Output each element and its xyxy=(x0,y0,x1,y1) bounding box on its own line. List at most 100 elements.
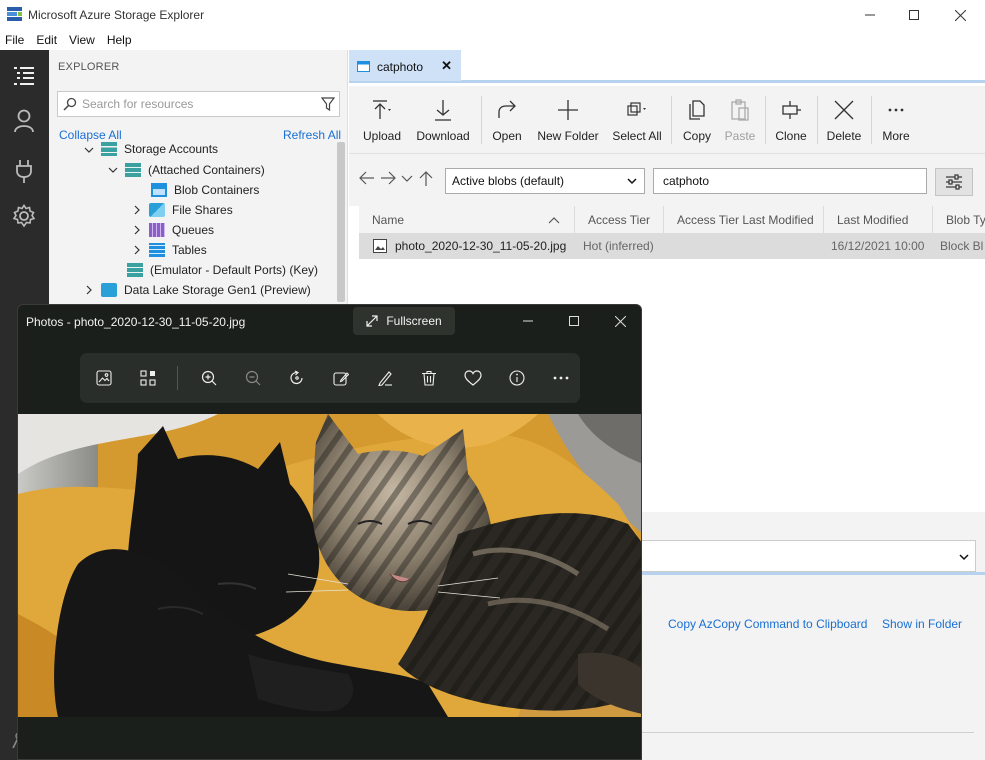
copy-azcopy-link[interactable]: Copy AzCopy Command to Clipboard xyxy=(668,617,867,631)
show-in-folder-link[interactable]: Show in Folder xyxy=(882,617,962,631)
image-icon[interactable] xyxy=(92,366,116,390)
account-icon[interactable] xyxy=(10,107,38,135)
activities-line xyxy=(640,732,974,733)
image-file-icon xyxy=(373,239,387,253)
maximize-button[interactable] xyxy=(891,0,937,30)
collapse-all-link[interactable]: Collapse All xyxy=(59,128,122,142)
file-shares-icon xyxy=(149,203,165,217)
download-button[interactable]: Download xyxy=(415,86,471,154)
gallery-icon[interactable] xyxy=(136,366,160,390)
close-icon xyxy=(614,315,626,327)
photos-toolbar xyxy=(80,353,580,403)
chevron-down-icon xyxy=(108,167,118,173)
info-icon[interactable] xyxy=(505,366,529,390)
toolbar: Upload Download Open New Folder Select A… xyxy=(349,86,985,154)
view-select[interactable]: Active blobs (default) xyxy=(445,168,645,194)
table-row[interactable]: photo_2020-12-30_11-05-20.jpg Hot (infer… xyxy=(359,233,985,259)
cat-photo xyxy=(18,414,641,717)
tree-item-emulator[interactable]: (Emulator - Default Ports) (Key) xyxy=(127,260,318,280)
tree-item-file-shares[interactable]: File Shares xyxy=(131,200,233,220)
close-icon xyxy=(954,9,966,21)
fullscreen-button[interactable]: Fullscreen xyxy=(353,307,455,335)
sort-ascending-icon xyxy=(548,217,560,224)
delete-x-icon xyxy=(834,100,854,120)
clone-button[interactable]: Clone xyxy=(771,86,811,154)
tree-item-queues[interactable]: Queues xyxy=(131,220,214,240)
chevron-right-icon xyxy=(86,285,92,295)
menu-help[interactable]: Help xyxy=(101,30,138,50)
photos-close-button[interactable] xyxy=(609,311,631,331)
view-options-button[interactable] xyxy=(935,168,973,196)
delete-icon[interactable] xyxy=(417,366,441,390)
explorer-icon[interactable] xyxy=(10,62,38,90)
delete-button[interactable]: Delete xyxy=(824,86,864,154)
activities-select[interactable] xyxy=(640,540,976,572)
blob-containers-icon xyxy=(151,183,167,197)
filter-icon[interactable] xyxy=(321,97,335,111)
favorite-icon[interactable] xyxy=(461,366,485,390)
search-box xyxy=(57,91,340,117)
menu-edit[interactable]: Edit xyxy=(30,30,63,50)
tree-item-attached-containers[interactable]: (Attached Containers) xyxy=(107,160,265,180)
cell-blob-type: Block Bl xyxy=(940,239,984,253)
tab-label: catphoto xyxy=(377,60,424,74)
menu-view[interactable]: View xyxy=(63,30,101,50)
column-access-tier-last-modified[interactable]: Access Tier Last Modified xyxy=(664,206,824,234)
path-input[interactable]: catphoto xyxy=(653,168,927,194)
up-icon[interactable] xyxy=(419,171,433,187)
tree-item-label: (Emulator - Default Ports) (Key) xyxy=(150,263,319,277)
paste-button[interactable]: Paste xyxy=(723,86,757,154)
select-all-icon xyxy=(627,102,646,116)
photos-maximize-button[interactable] xyxy=(563,311,585,331)
tree-item-tables[interactable]: Tables xyxy=(131,240,207,260)
column-name[interactable]: Name xyxy=(359,206,575,234)
desktop: Microsoft Azure Storage Explorer File Ed… xyxy=(0,0,985,760)
tree-item-data-lake[interactable]: Data Lake Storage Gen1 (Preview) xyxy=(83,280,311,300)
column-blob-type[interactable]: Blob Ty xyxy=(933,206,985,234)
chevron-down-icon xyxy=(84,147,94,153)
column-access-tier[interactable]: Access Tier xyxy=(575,206,664,234)
chevron-right-icon xyxy=(134,205,140,215)
tree-item-label: File Shares xyxy=(172,203,233,217)
rotate-icon[interactable] xyxy=(285,366,309,390)
new-folder-button[interactable]: New Folder xyxy=(535,86,601,154)
more-icon[interactable] xyxy=(549,366,573,390)
recent-locations-icon[interactable] xyxy=(401,175,413,183)
open-button[interactable]: Open xyxy=(489,86,525,154)
search-icon xyxy=(63,97,77,111)
tree-item-storage-accounts[interactable]: Storage Accounts xyxy=(83,142,218,156)
open-icon xyxy=(498,100,516,118)
search-input[interactable] xyxy=(82,95,314,113)
zoom-in-icon[interactable] xyxy=(197,366,221,390)
back-icon[interactable] xyxy=(359,171,375,185)
select-all-button[interactable]: Select All xyxy=(611,86,663,154)
title-bar: Microsoft Azure Storage Explorer xyxy=(0,0,985,30)
cat-photo-image xyxy=(18,414,641,717)
close-button[interactable] xyxy=(937,0,983,30)
zoom-out-icon[interactable] xyxy=(241,366,265,390)
tab-catphoto[interactable]: catphoto ✕ xyxy=(349,50,461,81)
edit-image-icon[interactable] xyxy=(329,366,353,390)
tree-item-blob-containers[interactable]: Blob Containers xyxy=(151,180,259,200)
upload-button[interactable]: Upload xyxy=(362,86,402,154)
more-button[interactable]: More xyxy=(877,86,915,154)
plug-icon[interactable] xyxy=(10,157,38,185)
tab-close-icon[interactable]: ✕ xyxy=(441,58,452,74)
refresh-all-link[interactable]: Refresh All xyxy=(283,128,341,142)
minimize-button[interactable] xyxy=(847,0,893,30)
copy-button[interactable]: Copy xyxy=(679,86,715,154)
maximize-icon xyxy=(909,10,919,20)
draw-icon[interactable] xyxy=(373,366,397,390)
tree-item-label: Tables xyxy=(172,243,207,257)
explorer-title: EXPLORER xyxy=(58,61,120,73)
menu-file[interactable]: File xyxy=(0,30,30,50)
photos-minimize-button[interactable] xyxy=(517,311,539,331)
column-last-modified[interactable]: Last Modified xyxy=(824,206,933,234)
cell-access-tier: Hot (inferred) xyxy=(583,239,654,253)
explorer-scrollbar[interactable] xyxy=(337,142,345,302)
forward-icon[interactable] xyxy=(380,171,396,185)
storage-account-icon xyxy=(125,163,141,177)
settings-icon[interactable] xyxy=(10,202,38,230)
storage-accounts-icon xyxy=(101,142,117,156)
tab-strip: catphoto ✕ xyxy=(349,50,985,83)
